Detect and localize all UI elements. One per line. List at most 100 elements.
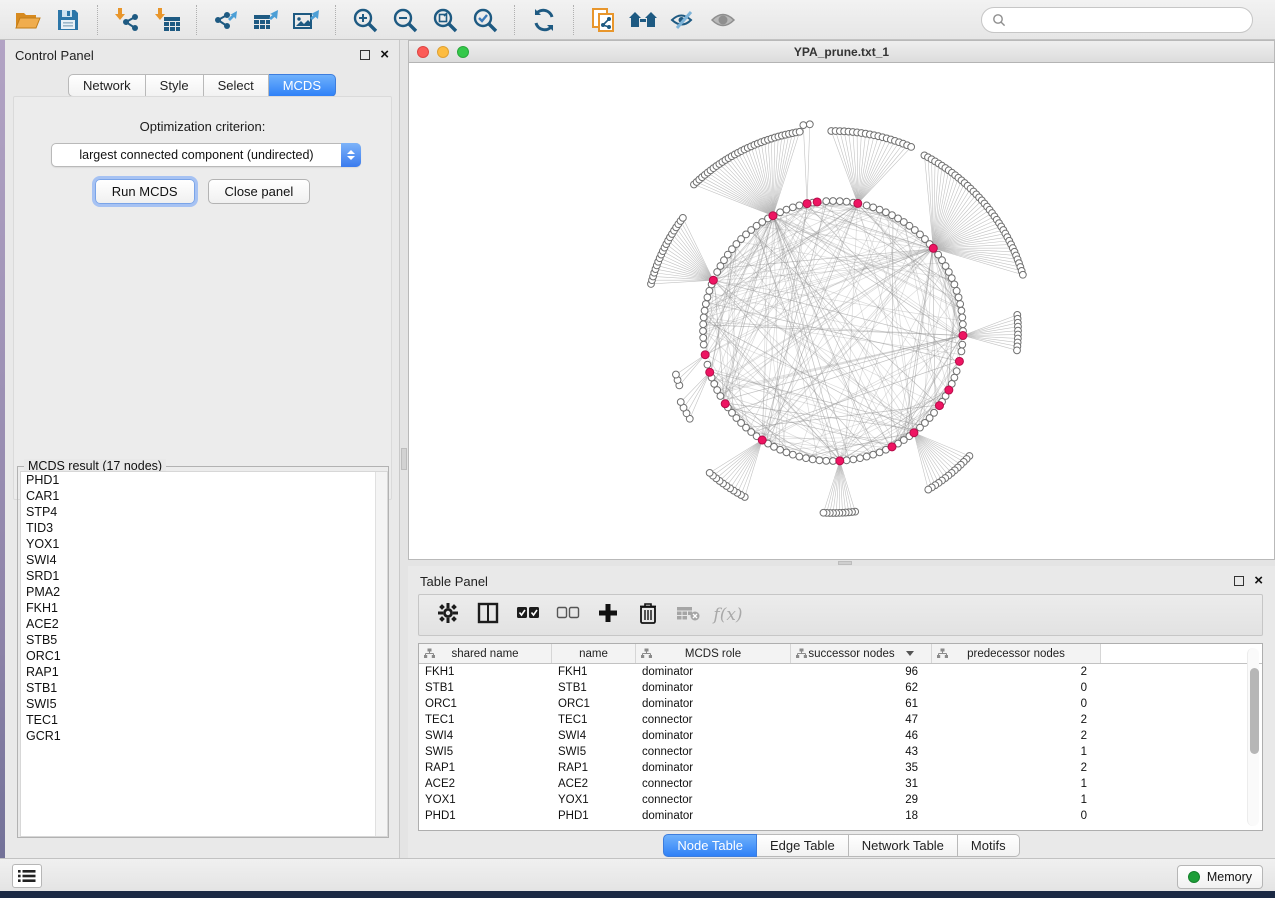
mcds-hub-node[interactable] [758, 436, 766, 444]
mcds-result-item[interactable]: ACE2 [21, 616, 387, 632]
refresh-button[interactable] [524, 3, 564, 37]
mcds-hub-node[interactable] [836, 457, 844, 465]
table-row[interactable]: ACE2ACE2connector311 [419, 776, 1262, 792]
mcds-hub-node[interactable] [888, 443, 896, 451]
mcds-result-item[interactable]: PHD1 [21, 472, 387, 488]
mcds-result-item[interactable]: RAP1 [21, 664, 387, 680]
open-button[interactable] [8, 3, 48, 37]
mcds-hub-node[interactable] [769, 212, 777, 220]
mcds-result-item[interactable]: TID3 [21, 520, 387, 536]
table-row[interactable]: SWI5SWI5connector431 [419, 744, 1262, 760]
mcds-result-item[interactable]: CAR1 [21, 488, 387, 504]
mcds-hub-node[interactable] [935, 402, 943, 410]
mcds-result-item[interactable]: ORC1 [21, 648, 387, 664]
vertical-splitter[interactable] [400, 40, 408, 858]
show-panels-button[interactable] [12, 864, 42, 888]
mcds-result-item[interactable]: SRD1 [21, 568, 387, 584]
splitter-handle[interactable] [401, 448, 407, 470]
mcds-result-item[interactable]: SWI5 [21, 696, 387, 712]
memory-button[interactable]: Memory [1177, 865, 1263, 889]
mcds-list-scrollbar[interactable] [375, 472, 387, 836]
tab-node-table[interactable]: Node Table [663, 834, 757, 857]
show-all-button[interactable] [703, 3, 743, 37]
mcds-hub-node[interactable] [854, 199, 862, 207]
table-row[interactable]: ORC1ORC1dominator610 [419, 696, 1262, 712]
mcds-hub-node[interactable] [721, 400, 729, 408]
close-panel-icon[interactable]: × [380, 50, 389, 60]
column-header-shared-name[interactable]: shared name [419, 644, 552, 663]
search-input[interactable] [1012, 13, 1232, 27]
float-panel-icon[interactable] [360, 50, 370, 60]
close-panel-button[interactable]: Close panel [208, 179, 311, 204]
table-row[interactable]: RAP1RAP1dominator352 [419, 760, 1262, 776]
mcds-result-item[interactable]: FKH1 [21, 600, 387, 616]
add-button[interactable] [591, 599, 625, 631]
mcds-result-item[interactable]: STP4 [21, 504, 387, 520]
network-canvas[interactable] [409, 63, 1274, 559]
zoom-fit-button[interactable] [425, 3, 465, 37]
mcds-result-item[interactable]: STB5 [21, 632, 387, 648]
gear-button[interactable] [431, 599, 465, 631]
mcds-hub-node[interactable] [955, 357, 963, 365]
column-header-successor-nodes[interactable]: successor nodes [791, 644, 932, 663]
window-zoom-icon[interactable] [457, 46, 469, 58]
scrollbar-thumb[interactable] [1250, 668, 1259, 754]
table-row[interactable]: TEC1TEC1connector472 [419, 712, 1262, 728]
mcds-hub-node[interactable] [945, 386, 953, 394]
table-row[interactable]: FKH1FKH1dominator962 [419, 664, 1262, 680]
mcds-result-item[interactable]: YOX1 [21, 536, 387, 552]
mcds-hub-node[interactable] [706, 368, 714, 376]
deselect-all-button[interactable] [551, 599, 585, 631]
columns-button[interactable] [471, 599, 505, 631]
float-panel-icon[interactable] [1234, 576, 1244, 586]
network-graph[interactable] [409, 63, 1274, 559]
tab-network-table[interactable]: Network Table [849, 834, 958, 857]
table-row[interactable]: PHD1PHD1dominator180 [419, 808, 1262, 824]
mcds-result-item[interactable]: GCR1 [21, 728, 387, 744]
tab-style[interactable]: Style [146, 74, 204, 97]
zoom-out-button[interactable] [385, 3, 425, 37]
table-row[interactable]: STB1STB1dominator620 [419, 680, 1262, 696]
hide-selected-button[interactable] [663, 3, 703, 37]
splitter-handle[interactable] [838, 561, 852, 565]
mcds-hub-node[interactable] [910, 429, 918, 437]
first-neighbors-button[interactable] [623, 3, 663, 37]
mcds-hub-node[interactable] [709, 276, 717, 284]
window-minimize-icon[interactable] [437, 46, 449, 58]
mcds-hub-node[interactable] [929, 244, 937, 252]
network-overview-button[interactable] [583, 3, 623, 37]
save-button[interactable] [48, 3, 88, 37]
mcds-result-item[interactable]: SWI4 [21, 552, 387, 568]
export-network-button[interactable] [206, 3, 246, 37]
column-header-name[interactable]: name [552, 644, 636, 663]
mcds-hub-node[interactable] [813, 198, 821, 206]
column-header-MCDS-role[interactable]: MCDS role [636, 644, 791, 663]
tab-select[interactable]: Select [204, 74, 269, 97]
mcds-result-item[interactable]: STB1 [21, 680, 387, 696]
mcds-result-list[interactable]: PHD1CAR1STP4TID3YOX1SWI4SRD1PMA2FKH1ACE2… [20, 471, 388, 837]
run-mcds-button[interactable]: Run MCDS [95, 179, 195, 204]
mcds-result-item[interactable]: PMA2 [21, 584, 387, 600]
search-box[interactable] [981, 7, 1253, 33]
tab-edge-table[interactable]: Edge Table [757, 834, 849, 857]
table-scrollbar[interactable] [1247, 648, 1259, 826]
close-panel-icon[interactable]: × [1254, 576, 1263, 586]
mcds-hub-node[interactable] [803, 200, 811, 208]
tab-network[interactable]: Network [68, 74, 146, 97]
zoom-selected-button[interactable] [465, 3, 505, 37]
import-network-button[interactable] [107, 3, 147, 37]
tab-mcds[interactable]: MCDS [269, 74, 336, 97]
select-all-button[interactable] [511, 599, 545, 631]
window-close-icon[interactable] [417, 46, 429, 58]
export-table-button[interactable] [246, 3, 286, 37]
column-header-predecessor-nodes[interactable]: predecessor nodes [932, 644, 1101, 663]
zoom-in-button[interactable] [345, 3, 385, 37]
table-row[interactable]: SWI4SWI4dominator462 [419, 728, 1262, 744]
delete-button[interactable] [631, 599, 665, 631]
export-image-button[interactable] [286, 3, 326, 37]
import-table-button[interactable] [147, 3, 187, 37]
mcds-hub-node[interactable] [959, 332, 967, 340]
network-window-titlebar[interactable]: YPA_prune.txt_1 [409, 41, 1274, 63]
criterion-dropdown[interactable]: largest connected component (undirected) [51, 143, 361, 167]
tab-motifs[interactable]: Motifs [958, 834, 1020, 857]
